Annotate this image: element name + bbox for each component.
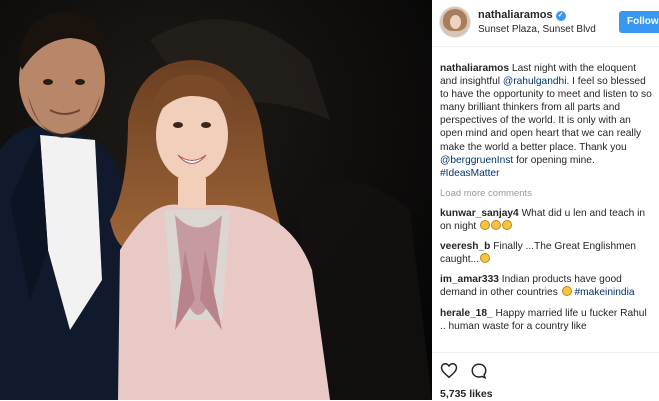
post-sidebar: nathaliaramos ✓ Sunset Plaza, Sunset Blvd… [432,0,659,401]
comment-item: herale_18_ Happy married life u fucker R… [440,307,654,333]
caption-text-3: for opening mine. [516,154,595,166]
verified-badge-icon: ✓ [555,11,566,21]
load-more-comments[interactable]: Load more comments [440,187,654,200]
post-actions: 5,735 likes [432,352,659,401]
follow-button[interactable]: Follow [619,11,659,33]
likes-count[interactable]: 5,735 likes [440,388,493,400]
location-link[interactable]: Sunset Plaza, Sunset Blvd [478,24,596,35]
heart-icon[interactable] [440,362,458,379]
post-photo[interactable] [0,0,432,400]
caption-username[interactable]: nathaliaramos [440,63,509,74]
caption-mention-1[interactable]: @rahulgandhi [503,76,567,87]
emoji-icon [480,253,491,264]
avatar-face [450,15,461,29]
comments-list: nathaliaramos Last night with the eloque… [440,62,654,340]
caption-mention-2[interactable]: @berggruenInst [440,155,513,166]
post-photo-image [0,0,432,400]
comment-icon[interactable] [470,362,488,380]
comment-username[interactable]: herale_18_ [440,308,493,319]
caption-text-2: . I feel so blessed to have the opportun… [440,76,652,153]
post-header: nathaliaramos ✓ Sunset Plaza, Sunset Blvd… [432,0,659,47]
comment-username[interactable]: kunwar_sanjay4 [440,208,519,219]
emoji-icon [480,220,491,231]
emoji-icon [502,220,513,231]
comment-username[interactable]: im_amar333 [440,274,499,285]
avatar[interactable] [440,7,470,37]
header-username-row: nathaliaramos ✓ [478,9,566,21]
header-username[interactable]: nathaliaramos [478,9,553,21]
caption: nathaliaramos Last night with the eloque… [440,62,654,180]
comment-item: im_amar333 Indian products have good dem… [440,273,654,299]
emoji-icon [561,286,572,297]
comment-item: veeresh_b Finally ...The Great Englishme… [440,240,654,266]
comment-hashtag[interactable]: #makeinindia [574,287,634,298]
comment-username[interactable]: veeresh_b [440,241,490,252]
caption-hashtag[interactable]: #IdeasMatter [440,168,499,179]
emoji-icon [491,220,502,231]
comment-item: kunwar_sanjay4 What did u len and teach … [440,207,654,233]
